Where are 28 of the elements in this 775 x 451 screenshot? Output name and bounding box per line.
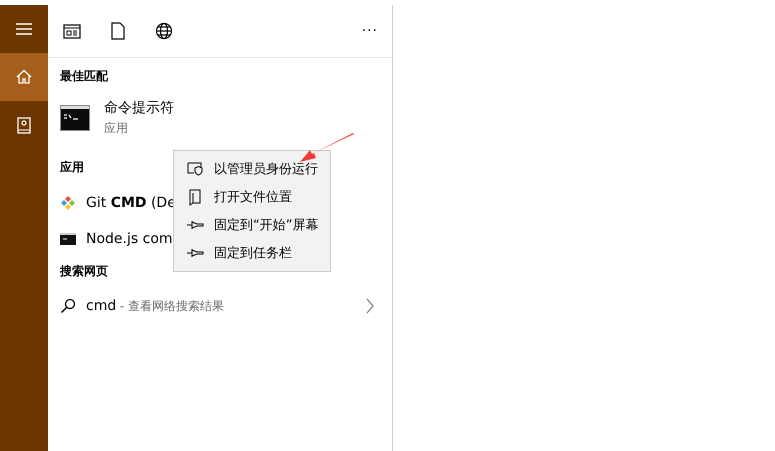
diamond-cluster-icon — [60, 195, 76, 211]
pin-icon — [186, 248, 204, 258]
menu-item[interactable]: 固定到任务栏 — [174, 239, 330, 267]
result-title[interactable]: 命令提示符 — [104, 99, 174, 117]
globe-icon[interactable] — [155, 22, 173, 40]
document-icon[interactable] — [111, 22, 125, 40]
menu-item[interactable]: 固定到“开始”屏幕 — [174, 211, 330, 239]
section-heading: 最佳匹配 — [60, 68, 108, 85]
more-options-button[interactable]: ··· — [362, 23, 378, 39]
sidebar-item[interactable] — [0, 53, 48, 101]
app-name[interactable]: Node.js com — [86, 231, 173, 247]
chevron-right-icon[interactable] — [366, 298, 374, 314]
result-subtitle: 应用 — [104, 120, 129, 137]
menu-icon[interactable] — [15, 22, 33, 36]
menu-item[interactable]: 以管理员身份运行 — [174, 155, 330, 183]
app-window-icon[interactable] — [63, 24, 81, 38]
shield-window-icon — [187, 162, 203, 176]
search-icon — [60, 298, 76, 314]
console-icon — [60, 233, 76, 245]
section-heading: 应用 — [60, 159, 84, 176]
console-icon — [60, 105, 90, 131]
folder-icon — [189, 188, 201, 206]
notebook-icon[interactable] — [17, 116, 31, 134]
web-search-result[interactable]: cmd - 查看网络搜索结果 — [48, 290, 392, 322]
home-icon[interactable] — [16, 69, 32, 85]
section-heading: 搜索网页 — [60, 263, 108, 280]
pin-icon — [186, 220, 204, 230]
menu-item[interactable]: 打开文件位置 — [174, 183, 330, 211]
